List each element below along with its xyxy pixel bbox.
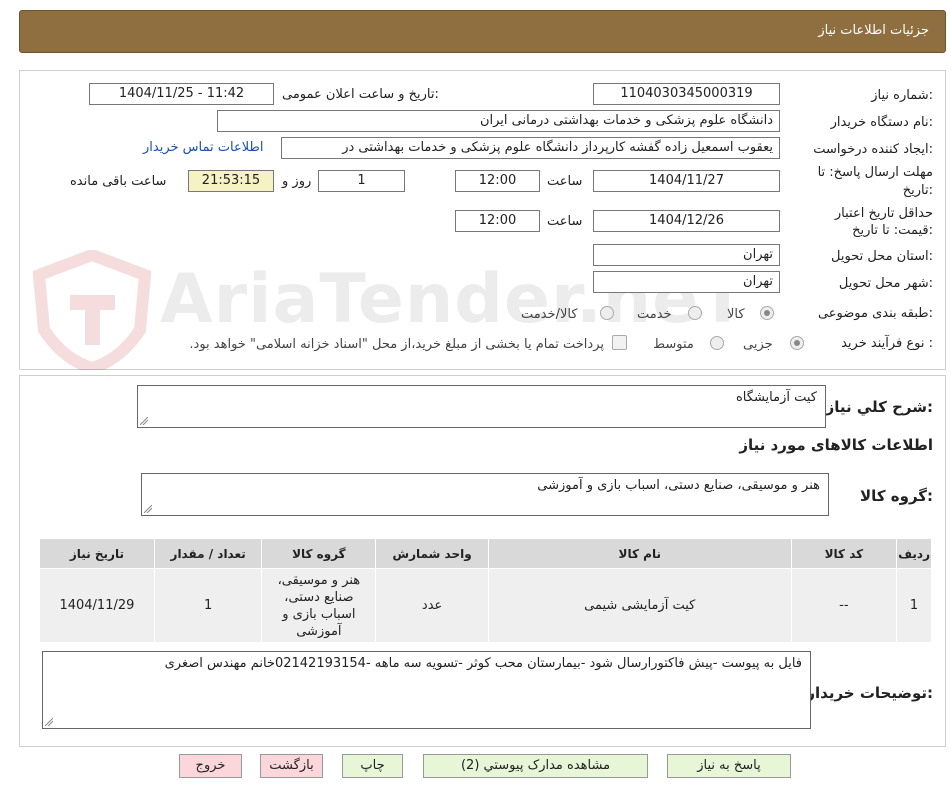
deadline-date-field: 1404/11/27 [593, 170, 780, 192]
category-radio-goods-service[interactable] [600, 306, 614, 320]
province-field: تهران [593, 244, 780, 266]
table-row: 1 -- کیت آزمایشی شیمی عدد هنر و موسیقی، … [39, 568, 932, 643]
days-field: 1 [318, 170, 405, 192]
process-radio-minor[interactable] [790, 336, 804, 350]
col-date: تاریخ نیاز [39, 538, 155, 569]
process-type-label: نوع فرآیند خرید : [841, 336, 933, 351]
remaining-time-field: 21:53:15 [188, 170, 274, 192]
category-radio-goods[interactable] [760, 306, 774, 320]
requester-label: ایجاد کننده درخواست: [813, 142, 933, 157]
buyer-notes-textarea[interactable]: فایل به پیوست -پیش فاکتورارسال شود -بیما… [42, 651, 811, 729]
goods-group-field[interactable]: هنر و موسیقی، صنایع دستی، اسباب بازی و آ… [141, 473, 829, 516]
cell-date: 1404/11/29 [39, 568, 155, 643]
resize-grip-icon[interactable] [144, 505, 152, 513]
watermark-logo [32, 250, 152, 370]
buyer-notes-label: توضیحات خریدار: [806, 684, 933, 702]
province-label: استان محل تحویل: [831, 249, 933, 264]
cell-unit: عدد [375, 568, 489, 643]
cell-row: 1 [896, 568, 932, 643]
cell-code: -- [790, 568, 898, 643]
announce-field: 1404/11/25 - 11:42 [89, 83, 274, 105]
process-option-minor: جزیی [743, 337, 773, 352]
col-name: نام کالا [487, 538, 792, 569]
requester-field: یعقوب اسمعیل زاده گفشه کارپرداز دانشگاه … [281, 137, 780, 159]
validity-date-field: 1404/12/26 [593, 210, 780, 232]
description-textarea[interactable]: کیت آزمایشگاه [137, 385, 826, 428]
category-radio-service[interactable] [688, 306, 702, 320]
validity-time-field: 12:00 [455, 210, 540, 232]
category-option-goods: کالا [727, 307, 745, 322]
goods-group-label: گروه کالا: [860, 487, 933, 505]
buyer-contact-link[interactable]: اطلاعات تماس خریدار [143, 140, 263, 155]
cell-group: هنر و موسیقی، صنایع دستی، اسباب بازی و آ… [261, 568, 377, 643]
need-number-field: 1104030345000319 [593, 83, 780, 105]
back-button[interactable]: بازگشت [260, 754, 323, 778]
description-label: شرح کلي نياز: [825, 398, 933, 416]
need-number-label: شماره نیاز: [871, 88, 933, 103]
exit-button[interactable]: خروج [179, 754, 242, 778]
validity-label-line2: قیمت: تا تاریخ: [852, 223, 933, 238]
resize-grip-icon[interactable] [45, 718, 53, 726]
validity-label-line1: حداقل تاریخ اعتبار [834, 206, 933, 221]
buyer-org-label: نام دستگاه خریدار: [830, 115, 933, 130]
city-field: تهران [593, 271, 780, 293]
page-header: جزئیات اطلاعات نیاز [19, 10, 946, 53]
col-group: گروه کالا [261, 538, 377, 569]
city-label: شهر محل تحویل: [838, 276, 933, 291]
remaining-label: ساعت باقی مانده [70, 174, 167, 189]
deadline-label-line2: تاریخ: [902, 183, 933, 198]
col-unit: واحد شمارش [375, 538, 489, 569]
col-qty: تعداد / مقدار [153, 538, 263, 569]
page-title: جزئیات اطلاعات نیاز [818, 23, 929, 38]
print-button[interactable]: چاپ [342, 754, 403, 778]
table-header-row: ردیف کد کالا نام کالا واحد شمارش گروه کا… [39, 538, 932, 569]
deadline-time-label: ساعت [547, 174, 583, 189]
process-option-medium: متوسط [653, 337, 694, 352]
attachments-button[interactable]: مشاهده مدارک پیوستي (2) [423, 754, 648, 778]
col-code: کد کالا [790, 538, 898, 569]
cell-name: کیت آزمایشی شیمی [487, 568, 792, 643]
validity-time-label: ساعت [547, 214, 583, 229]
announce-label: تاریخ و ساعت اعلان عمومی: [282, 87, 439, 102]
reply-button[interactable]: پاسخ به نیاز [667, 754, 791, 778]
goods-section-title: اطلاعات کالاهای مورد نیاز [739, 436, 933, 454]
category-option-service: خدمت [637, 307, 672, 322]
category-label: طبقه بندی موضوعی: [817, 306, 933, 321]
deadline-time-field: 12:00 [455, 170, 540, 192]
col-row: ردیف [896, 538, 932, 569]
deadline-label-line1: مهلت ارسال پاسخ: تا [817, 165, 933, 180]
days-label: روز و [282, 174, 312, 189]
process-radio-medium[interactable] [710, 336, 724, 350]
buyer-org-field: دانشگاه علوم پزشکی و خدمات بهداشتی درمان… [217, 110, 780, 132]
treasury-checkbox[interactable] [612, 335, 627, 350]
category-option-goods-service: کالا/خدمت [521, 307, 578, 322]
goods-table: ردیف کد کالا نام کالا واحد شمارش گروه کا… [39, 538, 932, 643]
resize-grip-icon[interactable] [140, 417, 148, 425]
cell-qty: 1 [153, 568, 263, 643]
treasury-payment-note: پرداخت تمام یا بخشی از مبلغ خرید،از محل … [189, 337, 604, 352]
